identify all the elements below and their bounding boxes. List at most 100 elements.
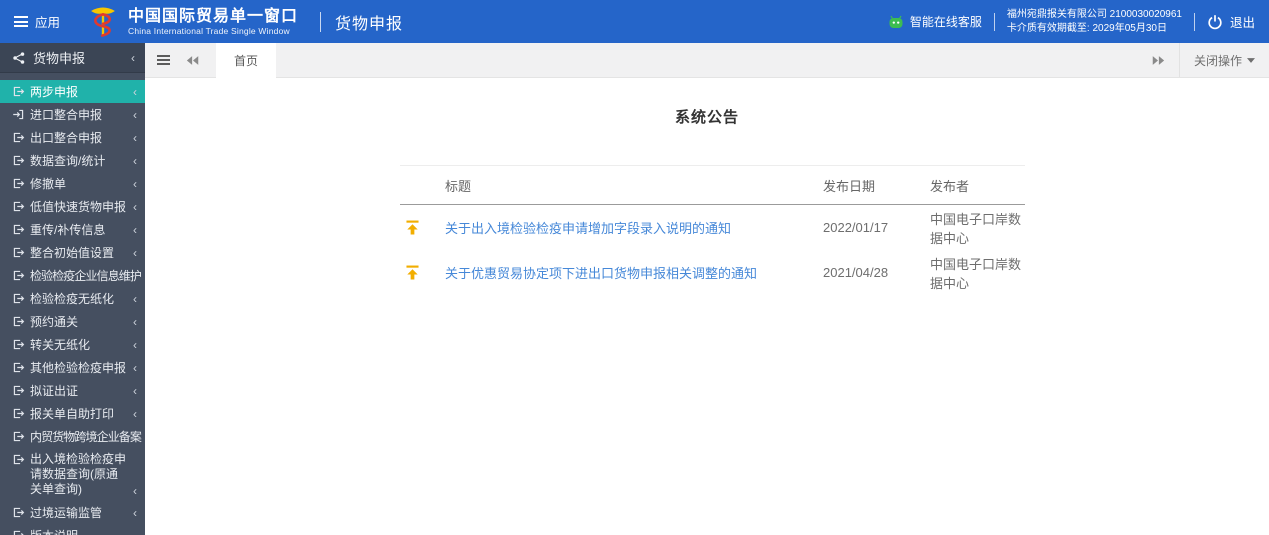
- apps-menu-button[interactable]: 应用: [0, 0, 74, 43]
- sidebar-item-amend-cancel[interactable]: 修撤单 ‹: [0, 172, 145, 195]
- signout-icon: [12, 338, 25, 351]
- signout-icon: [12, 506, 25, 519]
- chevron-left-icon: ‹: [133, 199, 138, 214]
- header-divider: [320, 11, 322, 32]
- signout-icon: [12, 453, 25, 466]
- signout-icon: [12, 361, 25, 374]
- chevron-left-icon: ‹: [131, 50, 135, 65]
- sidebar-item-two-step-declaration[interactable]: 两步申报 ‹: [0, 80, 145, 103]
- double-right-arrow-icon: [1151, 55, 1165, 66]
- signout-icon: [12, 246, 25, 259]
- sidebar-item-transit-transport-supervision[interactable]: 过境运输监管 ‹: [0, 501, 145, 524]
- company-name: 福州宛鼎报关有限公司 2100030020961: [1006, 8, 1182, 20]
- signout-icon: [12, 200, 25, 213]
- sidebar-item-integrated-initial-value-settings[interactable]: 整合初始值设置 ‹: [0, 241, 145, 264]
- col-header-date: 发布日期: [823, 178, 876, 194]
- signout-icon: [12, 269, 25, 282]
- signout-icon: [12, 430, 25, 443]
- sidebar-item-inspection-paperless[interactable]: 检验检疫无纸化 ‹: [0, 287, 145, 310]
- page-title: 系统公告: [674, 109, 739, 126]
- pinned-top-icon: [406, 265, 419, 280]
- notice-date: 2022/01/17: [823, 220, 889, 235]
- chevron-left-icon: ‹: [133, 176, 137, 191]
- logout-label: 退出: [1229, 16, 1255, 30]
- online-service-button[interactable]: 智能在线客服: [888, 13, 982, 30]
- hamburger-icon: [14, 14, 28, 30]
- caduceus-logo-icon: [86, 5, 120, 39]
- chevron-left-icon: ‹: [133, 505, 137, 520]
- tab-strip-right: 关闭操作: [1121, 43, 1269, 77]
- chevron-left-icon: ‹: [133, 245, 137, 260]
- chevron-left-icon: ‹: [133, 314, 137, 329]
- robot-icon: [888, 14, 904, 30]
- sidebar-item-transit-paperless[interactable]: 转关无纸化 ‹: [0, 333, 145, 356]
- notice-link[interactable]: 关于出入境检验检疫申请增加字段录入说明的通知: [445, 218, 823, 237]
- sidebar-item-import-integrated-declaration[interactable]: 进口整合申报 ‹: [0, 103, 145, 126]
- chevron-left-icon: ‹: [133, 84, 137, 99]
- module-title: 货物申报: [335, 15, 404, 33]
- notice-publisher: 中国电子口岸数据中心: [930, 256, 1022, 291]
- chevron-left-icon: ‹: [133, 222, 137, 237]
- sidebar-item-declaration-self-print[interactable]: 报关单自助打印 ‹: [0, 402, 145, 425]
- sidebar-menu: 两步申报 ‹ 进口整合申报 ‹ 出口整合申报 ‹ 数据查询/统计 ‹ 修撤单 ‹ 低值快速…: [0, 73, 145, 535]
- signout-icon: [12, 154, 25, 167]
- tab-strip: 首页 关闭操作: [145, 42, 1269, 78]
- sidebar-item-entry-exit-inspection-data-query[interactable]: 出入境检验检疫申请数据查询(原通关单查询) ‹: [0, 448, 145, 501]
- share-icon: [12, 51, 26, 65]
- tab-menu-icon[interactable]: [157, 53, 170, 67]
- chevron-left-icon: ‹: [133, 406, 137, 421]
- signout-icon: [12, 177, 25, 190]
- chevron-left-icon: ‹: [133, 383, 137, 398]
- sidebar-root-label: 货物申报: [33, 51, 86, 66]
- notice-table: 标题 发布日期 发布者 关于出入境检验检疫申请增加字段录入说明的通知 2022/…: [400, 165, 1025, 295]
- signout-icon: [12, 384, 25, 397]
- brand-subtitle: China International Trade Single Window: [128, 25, 290, 36]
- signin-icon: [12, 108, 25, 121]
- apps-menu-label: 应用: [35, 16, 61, 30]
- close-operations-dropdown[interactable]: 关闭操作: [1178, 43, 1269, 77]
- double-left-arrow-icon: [186, 55, 200, 66]
- col-header-title: 标题: [445, 178, 472, 194]
- brand: 中国国际贸易单一窗口 China International Trade Sin…: [86, 5, 298, 39]
- header-right: 智能在线客服 福州宛鼎报关有限公司 2100030020961 卡介质有效期截至…: [888, 8, 1269, 36]
- power-icon: [1207, 14, 1223, 30]
- tab-home[interactable]: 首页: [216, 42, 277, 78]
- chevron-left-icon: ‹: [133, 360, 138, 375]
- card-expiry: 卡介质有效期截至: 2029年05月30日: [1006, 22, 1167, 34]
- chevron-left-icon: ‹: [133, 337, 137, 352]
- sidebar-item-certificate-issuance[interactable]: 拟证出证 ‹: [0, 379, 145, 402]
- sidebar-item-inspection-enterprise-info[interactable]: 检验检疫企业信息维护‹: [0, 264, 145, 287]
- signout-icon: [12, 292, 25, 305]
- sidebar-item-low-value-express-cargo[interactable]: 低值快速货物申报 ‹: [0, 195, 145, 218]
- chevron-left-icon: ‹: [133, 484, 137, 498]
- scroll-tabs-left-button[interactable]: [186, 55, 200, 66]
- online-service-label: 智能在线客服: [909, 15, 982, 29]
- chevron-left-icon: ‹: [133, 153, 137, 168]
- app-header: 应用 中国国际贸易单一窗口 China International Trade …: [0, 0, 1269, 43]
- notice-link[interactable]: 关于优惠贸易协定项下进出口货物申报相关调整的通知: [445, 263, 823, 282]
- col-header-publisher: 发布者: [930, 178, 970, 194]
- scroll-tabs-right-button[interactable]: [1137, 55, 1179, 66]
- logout-button[interactable]: 退出: [1207, 12, 1255, 31]
- notice-publisher: 中国电子口岸数据中心: [930, 211, 1022, 246]
- chevron-left-icon: ‹: [133, 107, 137, 122]
- sidebar: 货物申报 ‹ 两步申报 ‹ 进口整合申报 ‹ 出口整合申报 ‹ 数据查询/统计 ‹ 修撤…: [0, 43, 145, 535]
- sidebar-item-appointment-clearance[interactable]: 预约通关 ‹: [0, 310, 145, 333]
- sidebar-item-retransmit-supplement-info[interactable]: 重传/补传信息 ‹: [0, 218, 145, 241]
- signout-icon: [12, 407, 25, 420]
- main-content: 系统公告 标题 发布日期 发布者 关于出入境检验检疫申请增加字段录入说明的通知 …: [145, 79, 1269, 535]
- sidebar-item-other-inspection-declaration[interactable]: 其他检验检疫申报 ‹: [0, 356, 145, 379]
- notice-table-header: 标题 发布日期 发布者: [400, 165, 1025, 205]
- sidebar-item-data-query-statistics[interactable]: 数据查询/统计 ‹: [0, 149, 145, 172]
- header-divider: [993, 12, 995, 31]
- signout-icon: [12, 529, 25, 535]
- signout-icon: [12, 223, 25, 236]
- sidebar-item-domestic-cross-border-enterprise-record[interactable]: 内贸货物跨境企业备案‹: [0, 425, 145, 448]
- sidebar-item-export-integrated-declaration[interactable]: 出口整合申报 ‹: [0, 126, 145, 149]
- pinned-top-icon: [406, 220, 419, 235]
- caret-down-icon: [1247, 58, 1255, 63]
- header-divider: [1193, 12, 1195, 31]
- sidebar-root-cargo-declaration[interactable]: 货物申报 ‹: [0, 43, 145, 73]
- sidebar-item-version-notes[interactable]: 版本说明: [0, 524, 145, 535]
- notice-row: 关于出入境检验检疫申请增加字段录入说明的通知 2022/01/17 中国电子口岸…: [400, 205, 1025, 250]
